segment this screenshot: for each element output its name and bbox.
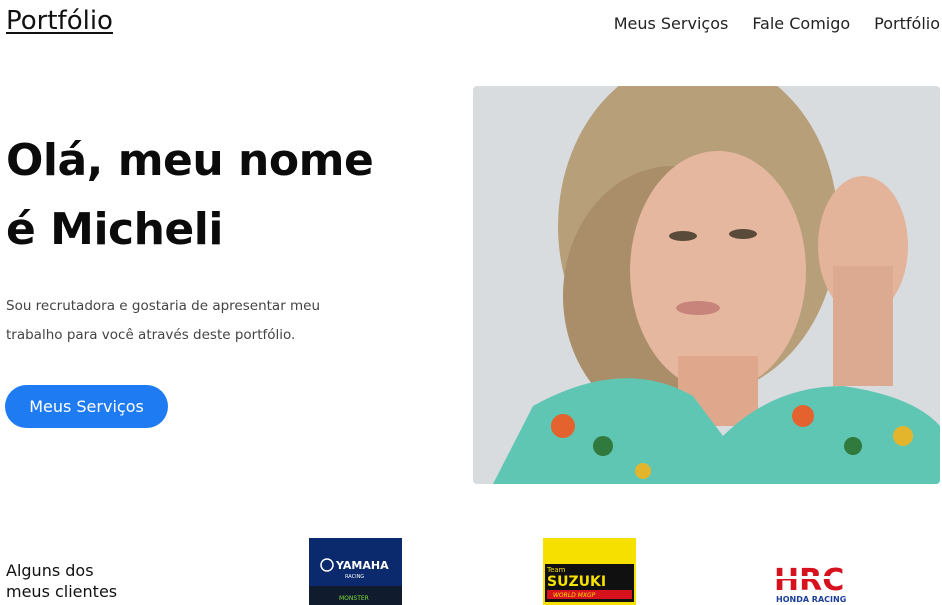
hero-text-line-1: Sou recrutadora e gostaria de apresentar… — [6, 298, 321, 314]
site-logo[interactable]: Portfólio — [6, 6, 113, 36]
hero-description: Sou recrutadora e gostaria de apresentar… — [6, 292, 366, 350]
yamaha-logo-sponsor: MONSTER — [339, 595, 369, 602]
clients-title-line-2: meus clientes — [6, 582, 118, 601]
hero-title-line-2: é Micheli — [6, 204, 223, 255]
yamaha-logo-text: YAMAHA — [335, 559, 389, 572]
yamaha-logo-subtext: RACING — [345, 574, 364, 580]
yamaha-logo: YAMAHA RACING MONSTER — [309, 538, 402, 605]
hero-title-line-1: Olá, meu nome — [6, 135, 374, 186]
main-nav: Meus Serviços Fale Comigo Portfólio — [614, 14, 940, 33]
hrc-logo-text: HRC — [774, 563, 844, 598]
nav-link-contact[interactable]: Fale Comigo — [752, 14, 850, 33]
hrc-logo-subtext: HONDA RACING — [776, 595, 846, 604]
clients-title: Alguns dos meus clientes — [6, 560, 146, 602]
nav-link-services[interactable]: Meus Serviços — [614, 14, 729, 33]
hrc-logo: HRC HONDA RACING — [770, 560, 876, 605]
suzuki-logo-subtext: WORLD MXGP — [553, 592, 596, 599]
hero-title: Olá, meu nome é Micheli — [6, 126, 426, 264]
suzuki-logo-text: SUZUKI — [547, 574, 606, 590]
clients-title-line-1: Alguns dos — [6, 561, 94, 580]
hero-text-line-2: trabalho para você através deste portfól… — [6, 327, 296, 343]
suzuki-logo: Team SUZUKI WORLD MXGP — [543, 538, 636, 605]
suzuki-logo-team: Team — [546, 566, 566, 574]
services-button[interactable]: Meus Serviços — [5, 385, 168, 428]
profile-photo — [473, 86, 940, 484]
nav-link-portfolio[interactable]: Portfólio — [874, 14, 940, 33]
